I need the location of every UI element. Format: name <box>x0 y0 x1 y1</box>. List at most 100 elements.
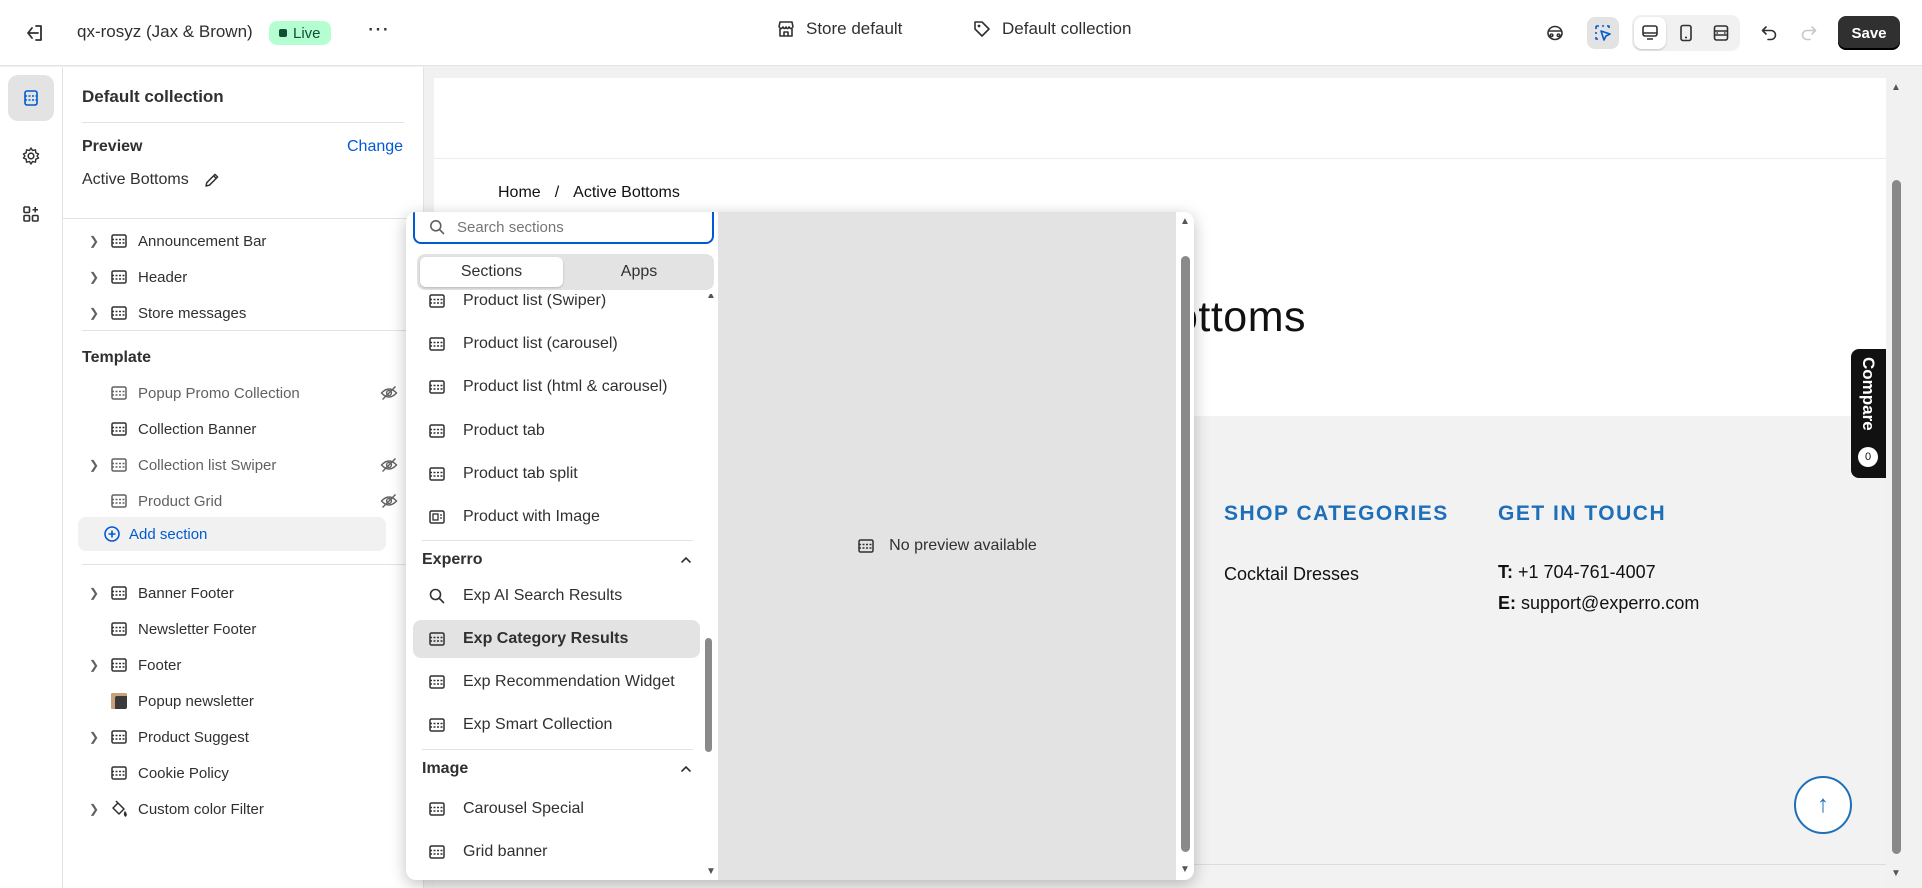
back-to-top-button[interactable]: ↑ <box>1794 776 1882 834</box>
sections-list-scrollbar[interactable]: ▲ ▼ <box>702 294 716 880</box>
add-section-button[interactable]: Add section <box>78 517 386 551</box>
tree-item-label: Banner Footer <box>138 584 234 602</box>
theme-selector[interactable]: Store default <box>776 19 902 39</box>
preview-label: Preview <box>82 138 143 155</box>
save-button[interactable]: Save <box>1838 16 1900 50</box>
redo-icon[interactable] <box>1793 17 1825 49</box>
tree-item-popup-newsletter[interactable]: Popup newsletter <box>82 686 404 716</box>
tree-item-label: Product Suggest <box>138 728 249 746</box>
list-item[interactable]: Product list (Swiper) <box>413 294 700 320</box>
app-embed-icon[interactable] <box>1539 17 1571 49</box>
scrollbar-thumb[interactable] <box>1892 180 1901 854</box>
chevron-up-icon[interactable] <box>679 762 693 776</box>
divider <box>82 564 424 565</box>
list-item[interactable]: Carousel Special <box>413 790 700 828</box>
scroll-up-arrow-icon[interactable]: ▲ <box>1180 216 1190 227</box>
template-selector[interactable]: Default collection <box>972 19 1131 39</box>
list-item[interactable]: Exp AI Search Results <box>413 577 700 615</box>
list-item-selected[interactable]: Exp Category Results <box>413 620 700 658</box>
search-sections-field[interactable] <box>413 212 714 244</box>
chevron-right-icon[interactable]: ❯ <box>82 730 106 744</box>
chevron-up-icon[interactable] <box>679 553 693 567</box>
sidebar-title: Default collection <box>82 87 224 106</box>
preview-scrollbar[interactable]: ▲ ▼ <box>1176 212 1194 880</box>
desktop-icon[interactable] <box>1634 17 1666 49</box>
list-item[interactable]: Exp Recommendation Widget <box>413 663 700 701</box>
tree-item-product-grid[interactable]: Product Grid <box>82 486 404 516</box>
active-preview: Active Bottoms <box>82 171 221 189</box>
live-label: Live <box>293 24 321 42</box>
list-item-label: Product list (html & carousel) <box>463 378 668 395</box>
tree-item-collection-list-swiper[interactable]: ❯ Collection list Swiper <box>82 450 404 480</box>
tree-item-collection-banner[interactable]: Collection Banner <box>82 414 404 444</box>
exit-icon[interactable] <box>20 20 48 46</box>
chevron-right-icon[interactable]: ❯ <box>82 658 106 672</box>
template-label: Template <box>82 349 152 366</box>
eye-hidden-icon[interactable] <box>380 385 398 405</box>
mobile-icon[interactable] <box>1670 17 1702 49</box>
more-actions-button[interactable]: ⋯ <box>366 18 390 46</box>
group-header-image[interactable]: Image <box>422 760 693 778</box>
change-preview-link[interactable]: Change <box>347 138 403 156</box>
group-header-experro[interactable]: Experro <box>422 551 693 569</box>
tree-item-label: Collection Banner <box>138 420 257 438</box>
chevron-right-icon[interactable]: ❯ <box>82 234 106 248</box>
chevron-right-icon[interactable]: ❯ <box>82 802 106 816</box>
list-item-label: Product list (Swiper) <box>463 294 607 309</box>
section-icon <box>429 802 445 816</box>
tree-item-label: Popup Promo Collection <box>138 384 300 402</box>
scroll-up-arrow-icon[interactable]: ▲ <box>1891 82 1901 93</box>
breadcrumb-home[interactable]: Home <box>498 184 541 202</box>
list-item[interactable]: Product with Image <box>413 498 700 536</box>
chevron-right-icon[interactable]: ❯ <box>82 306 106 320</box>
tree-item-banner-footer[interactable]: ❯ Banner Footer <box>82 578 404 608</box>
scroll-down-arrow-icon[interactable]: ▼ <box>1180 864 1190 875</box>
eye-hidden-icon[interactable] <box>380 493 398 513</box>
no-preview-text: No preview available <box>889 537 1037 554</box>
list-item[interactable]: Product tab split <box>413 455 700 493</box>
tree-item-popup-promo-collection[interactable]: Popup Promo Collection <box>82 378 404 408</box>
tree-item-cookie-policy[interactable]: Cookie Policy <box>82 758 404 788</box>
canvas-scrollbar[interactable]: ▲ ▼ <box>1886 78 1906 888</box>
tree-item-announcement-bar[interactable]: ❯ Announcement Bar <box>82 226 404 256</box>
sections-icon[interactable] <box>8 75 54 121</box>
list-item-label: Exp AI Search Results <box>463 587 623 604</box>
tree-item-header[interactable]: ❯ Header <box>82 262 404 292</box>
scroll-up-arrow-icon[interactable]: ▲ <box>706 294 716 301</box>
tree-item-product-suggest[interactable]: ❯ Product Suggest <box>82 722 404 752</box>
chevron-right-icon[interactable]: ❯ <box>82 458 106 472</box>
list-item[interactable]: Exp Smart Collection <box>413 706 700 744</box>
scroll-down-arrow-icon[interactable]: ▼ <box>1891 868 1901 879</box>
tree-item-label: Store messages <box>138 304 247 322</box>
chevron-right-icon[interactable]: ❯ <box>82 270 106 284</box>
tree-item-footer[interactable]: ❯ Footer <box>82 650 404 680</box>
section-preview-pane: No preview available <box>718 212 1176 880</box>
search-sections-input[interactable] <box>457 218 677 236</box>
tree-item-store-messages[interactable]: ❯ Store messages <box>82 298 404 328</box>
undo-icon[interactable] <box>1753 17 1785 49</box>
tab-apps[interactable]: Apps <box>567 257 711 287</box>
list-item[interactable]: Product list (carousel) <box>413 325 700 363</box>
list-item[interactable]: Product tab <box>413 412 700 450</box>
list-item[interactable]: Product list (html & carousel) <box>413 368 700 406</box>
fullscreen-icon[interactable] <box>1705 17 1737 49</box>
scroll-down-arrow-icon[interactable]: ▼ <box>706 866 716 877</box>
tree-item-custom-color-filter[interactable]: ❯ Custom color Filter <box>82 794 404 824</box>
compare-tab[interactable]: Compare 0 <box>1851 349 1886 478</box>
apps-icon[interactable] <box>8 191 54 237</box>
inspector-icon[interactable] <box>1587 17 1619 49</box>
list-item[interactable]: Grid banner <box>413 833 700 871</box>
scrollbar-thumb[interactable] <box>705 638 712 752</box>
scrollbar-thumb[interactable] <box>1181 256 1190 852</box>
edit-pencil-icon[interactable] <box>203 171 221 189</box>
section-icon <box>429 718 445 732</box>
settings-gear-icon[interactable] <box>8 133 54 179</box>
sections-sidebar: Default collection Preview Change Active… <box>63 67 424 888</box>
footer-link-cocktail-dresses[interactable]: Cocktail Dresses <box>1224 564 1359 585</box>
section-icon <box>429 675 445 689</box>
tree-item-newsletter-footer[interactable]: Newsletter Footer <box>82 614 404 644</box>
eye-hidden-icon[interactable] <box>380 457 398 477</box>
section-icon <box>106 304 132 322</box>
tab-sections[interactable]: Sections <box>420 257 563 287</box>
chevron-right-icon[interactable]: ❯ <box>82 586 106 600</box>
